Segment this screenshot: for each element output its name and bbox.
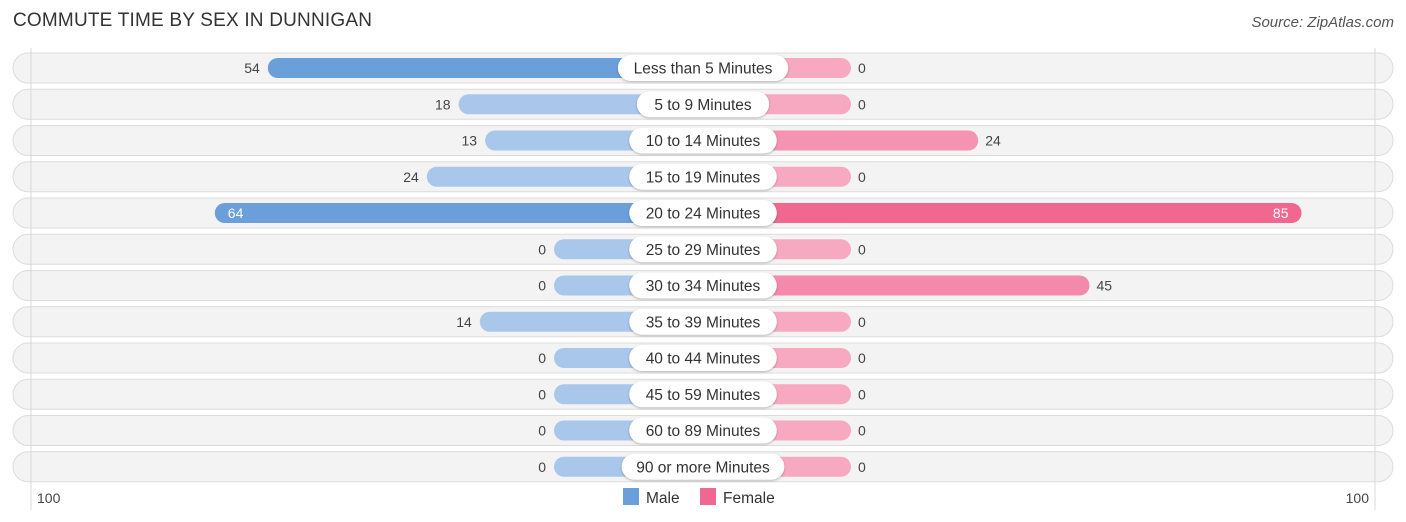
value-label-male: 0 bbox=[538, 459, 546, 475]
axis-label-right: 100 bbox=[1346, 490, 1370, 506]
value-label-female: 0 bbox=[858, 241, 866, 257]
chart-row: 20 to 24 Minutes 64 85 bbox=[12, 197, 1394, 229]
category-label: 35 to 39 Minutes bbox=[646, 314, 761, 331]
category-label: 20 to 24 Minutes bbox=[646, 206, 761, 223]
value-label-male: 54 bbox=[244, 60, 260, 76]
value-label-male: 18 bbox=[435, 96, 451, 112]
chart-row: 35 to 39 Minutes 14 0 bbox=[12, 306, 1394, 338]
legend-label-male: Male bbox=[646, 490, 680, 507]
axis-label-left: 100 bbox=[37, 490, 61, 506]
value-label-female: 45 bbox=[1097, 278, 1113, 294]
legend-swatch-male bbox=[623, 488, 639, 505]
value-label-female: 0 bbox=[858, 386, 866, 402]
bar-female bbox=[703, 203, 1302, 223]
legend-swatch-female bbox=[700, 488, 716, 505]
chart-row: Less than 5 Minutes 54 0 bbox=[12, 52, 1394, 84]
value-label-male: 13 bbox=[462, 133, 478, 149]
category-label: 45 to 59 Minutes bbox=[646, 387, 761, 404]
value-label-female: 0 bbox=[858, 60, 866, 76]
value-label-female: 0 bbox=[858, 96, 866, 112]
chart-row: 90 or more Minutes 0 0 bbox=[12, 451, 1394, 483]
category-label: Less than 5 Minutes bbox=[634, 61, 773, 78]
value-label-male: 0 bbox=[538, 386, 546, 402]
value-label-male: 0 bbox=[538, 350, 546, 366]
value-label-male: 0 bbox=[538, 423, 546, 439]
value-label-female: 24 bbox=[985, 133, 1001, 149]
value-label-female: 0 bbox=[858, 459, 866, 475]
value-label-male: 0 bbox=[538, 241, 546, 257]
category-label: 25 to 29 Minutes bbox=[646, 242, 761, 259]
chart-row: 30 to 34 Minutes 0 45 bbox=[12, 270, 1394, 301]
value-label-male: 0 bbox=[538, 278, 546, 294]
value-label-female: 85 bbox=[1273, 205, 1289, 221]
category-label: 60 to 89 Minutes bbox=[646, 423, 761, 440]
chart-row: 5 to 9 Minutes 18 0 bbox=[12, 88, 1394, 120]
legend-label-female: Female bbox=[723, 490, 775, 507]
category-label: 10 to 14 Minutes bbox=[646, 133, 761, 150]
chart-row: 40 to 44 Minutes 0 0 bbox=[12, 342, 1394, 374]
value-label-male: 64 bbox=[228, 205, 244, 221]
category-label: 5 to 9 Minutes bbox=[654, 97, 752, 114]
value-label-male: 24 bbox=[403, 169, 419, 185]
category-label: 30 to 34 Minutes bbox=[646, 278, 761, 295]
chart-row: 25 to 29 Minutes 0 0 bbox=[12, 233, 1394, 265]
value-label-female: 0 bbox=[858, 423, 866, 439]
chart-row: 15 to 19 Minutes 24 0 bbox=[12, 161, 1394, 193]
category-label: 40 to 44 Minutes bbox=[646, 351, 761, 368]
chart: Less than 5 Minutes54 05 to 9 Minutes18 01… bbox=[12, 48, 1394, 510]
chart-row: 45 to 59 Minutes 0 0 bbox=[12, 378, 1394, 410]
value-label-female: 0 bbox=[858, 350, 866, 366]
value-label-female: 0 bbox=[858, 169, 866, 185]
legend: Male Female bbox=[623, 488, 775, 507]
value-label-male: 14 bbox=[456, 314, 472, 330]
chart-row: 10 to 14 Minutes 13 24 bbox=[12, 125, 1394, 156]
category-label: 90 or more Minutes bbox=[636, 459, 770, 476]
value-label-female: 0 bbox=[858, 314, 866, 330]
chart-row: 60 to 89 Minutes 0 0 bbox=[12, 415, 1394, 446]
category-label: 15 to 19 Minutes bbox=[646, 169, 761, 186]
